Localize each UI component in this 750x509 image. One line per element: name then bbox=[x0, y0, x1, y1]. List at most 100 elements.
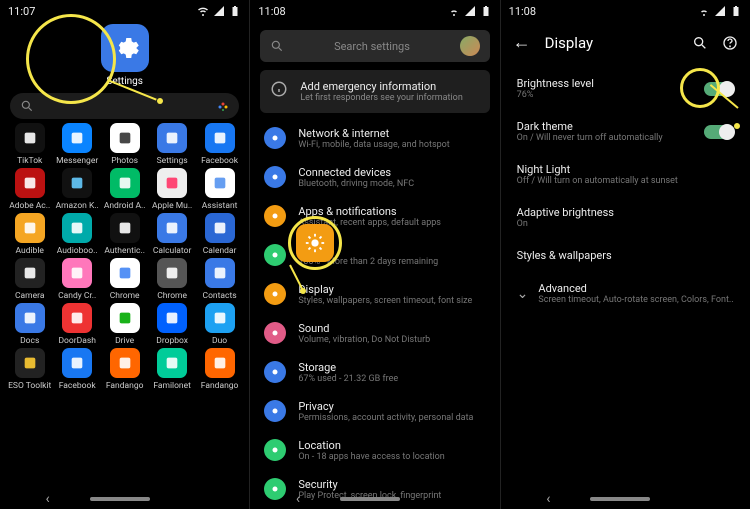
display-item-title: Dark theme bbox=[517, 120, 704, 133]
app-icon bbox=[110, 168, 140, 198]
app-familonet[interactable]: Familonet bbox=[148, 348, 195, 391]
brightness-icon bbox=[304, 232, 326, 254]
app-messenger[interactable]: Messenger bbox=[53, 123, 100, 166]
wifi-icon bbox=[197, 5, 209, 17]
emergency-card[interactable]: Add emergency information Let first resp… bbox=[260, 70, 489, 113]
app-docs[interactable]: Docs bbox=[6, 303, 53, 346]
battery-icon bbox=[480, 5, 492, 17]
display-item-night-light[interactable]: Night LightOff / Will turn on automatica… bbox=[501, 153, 750, 196]
app-adobeac[interactable]: Adobe Ac.. bbox=[6, 168, 53, 211]
app-icon bbox=[62, 303, 92, 333]
nav-home-pill[interactable] bbox=[590, 497, 650, 501]
settings-item-title: Connected devices bbox=[298, 166, 414, 179]
app-icon bbox=[110, 258, 140, 288]
settings-item-apps---notifications[interactable]: Apps & notificationsAssistant, recent ap… bbox=[250, 197, 499, 236]
page-title: Display bbox=[545, 34, 678, 52]
settings-hero-label: Settings bbox=[0, 76, 249, 87]
app-chrome[interactable]: Chrome bbox=[101, 258, 148, 301]
nav-bar: ‹ bbox=[250, 489, 499, 509]
nav-back-icon[interactable]: ‹ bbox=[296, 491, 300, 507]
app-label: Camera bbox=[15, 291, 44, 301]
app-label: Candy Cr.. bbox=[58, 291, 96, 301]
display-item-advanced[interactable]: ⌄AdvancedScreen timeout, Auto-rotate scr… bbox=[501, 272, 750, 315]
app-calculator[interactable]: Calculator bbox=[148, 213, 195, 256]
app-facebook[interactable]: Facebook bbox=[196, 123, 243, 166]
settings-item-sub: Bluetooth, driving mode, NFC bbox=[298, 179, 414, 189]
settings-item-location[interactable]: LocationOn - 18 apps have access to loca… bbox=[250, 431, 499, 470]
app-doordash[interactable]: DoorDash bbox=[53, 303, 100, 346]
settings-item-battery[interactable]: Battery100% - More than 2 days remaining bbox=[250, 236, 499, 275]
app-photos[interactable]: Photos bbox=[101, 123, 148, 166]
app-applemu[interactable]: Apple Mu.. bbox=[148, 168, 195, 211]
search-icon bbox=[270, 39, 284, 53]
back-arrow-icon[interactable]: ← bbox=[513, 32, 531, 53]
wifi-icon bbox=[448, 5, 460, 17]
app-settings[interactable]: Settings bbox=[148, 123, 195, 166]
search-pill[interactable] bbox=[10, 93, 239, 119]
display-item-dark-theme[interactable]: Dark themeOn / Will never turn off autom… bbox=[501, 110, 750, 153]
nav-bar: ‹ bbox=[0, 489, 249, 509]
nav-back-icon[interactable]: ‹ bbox=[546, 491, 550, 507]
app-label: Chrome bbox=[110, 291, 140, 301]
settings-hero-icon[interactable] bbox=[101, 24, 149, 72]
assistant-icon[interactable] bbox=[217, 100, 229, 112]
app-icon bbox=[15, 348, 45, 378]
app-icon bbox=[157, 258, 187, 288]
app-label: Amazon K.. bbox=[56, 201, 99, 211]
app-icon bbox=[157, 123, 187, 153]
toggle[interactable] bbox=[704, 82, 734, 96]
nav-back-icon[interactable]: ‹ bbox=[46, 491, 50, 507]
settings-item-icon bbox=[264, 166, 286, 188]
signal-icon bbox=[714, 5, 726, 17]
app-audible[interactable]: Audible bbox=[6, 213, 53, 256]
app-label: Facebook bbox=[201, 156, 238, 166]
app-amazonk[interactable]: Amazon K.. bbox=[53, 168, 100, 211]
settings-item-icon bbox=[264, 400, 286, 422]
settings-item-display[interactable]: DisplayStyles, wallpapers, screen timeou… bbox=[250, 275, 499, 314]
clock: 11:07 bbox=[8, 5, 35, 18]
app-camera[interactable]: Camera bbox=[6, 258, 53, 301]
app-androida[interactable]: Android A.. bbox=[101, 168, 148, 211]
app-icon bbox=[110, 123, 140, 153]
app-chrome[interactable]: Chrome bbox=[148, 258, 195, 301]
app-label: Assistant bbox=[202, 201, 238, 211]
nav-home-pill[interactable] bbox=[340, 497, 400, 501]
display-item-sub: Off / Will turn on automatically at suns… bbox=[517, 176, 734, 186]
app-duo[interactable]: Duo bbox=[196, 303, 243, 346]
nav-home-pill[interactable] bbox=[90, 497, 150, 501]
settings-item-storage[interactable]: Storage67% used - 21.32 GB free bbox=[250, 353, 499, 392]
brightness-bubble[interactable] bbox=[296, 224, 334, 262]
display-item-brightness-level[interactable]: Brightness level76% bbox=[501, 67, 750, 110]
app-label: Audible bbox=[16, 246, 44, 256]
app-icon bbox=[205, 123, 235, 153]
app-label: Docs bbox=[20, 336, 39, 346]
toggle[interactable] bbox=[704, 125, 734, 139]
app-candycr[interactable]: Candy Cr.. bbox=[53, 258, 100, 301]
settings-item-connected-devices[interactable]: Connected devicesBluetooth, driving mode… bbox=[250, 158, 499, 197]
display-item-styles---wallpapers[interactable]: Styles & wallpapers bbox=[501, 239, 750, 272]
app-contacts[interactable]: Contacts bbox=[196, 258, 243, 301]
settings-item-sound[interactable]: SoundVolume, vibration, Do Not Disturb bbox=[250, 314, 499, 353]
app-dropbox[interactable]: Dropbox bbox=[148, 303, 195, 346]
display-item-adaptive-brightness[interactable]: Adaptive brightnessOn bbox=[501, 196, 750, 239]
app-label: Messenger bbox=[56, 156, 98, 166]
app-fandango[interactable]: Fandango bbox=[101, 348, 148, 391]
settings-item-network---internet[interactable]: Network & internetWi-Fi, mobile, data us… bbox=[250, 119, 499, 158]
search-icon[interactable] bbox=[692, 35, 708, 51]
app-tiktok[interactable]: TikTok bbox=[6, 123, 53, 166]
app-label: Contacts bbox=[203, 291, 237, 301]
app-authentic[interactable]: Authentic.. bbox=[101, 213, 148, 256]
app-assistant[interactable]: Assistant bbox=[196, 168, 243, 211]
app-facebook[interactable]: Facebook bbox=[53, 348, 100, 391]
app-drive[interactable]: Drive bbox=[101, 303, 148, 346]
app-calendar[interactable]: Calendar bbox=[196, 213, 243, 256]
display-item-sub: On bbox=[517, 219, 734, 229]
search-settings[interactable]: Search settings bbox=[260, 30, 489, 62]
settings-item-privacy[interactable]: PrivacyPermissions, account activity, pe… bbox=[250, 392, 499, 431]
avatar[interactable] bbox=[460, 36, 480, 56]
app-esotoolkit[interactable]: ESO Toolkit bbox=[6, 348, 53, 391]
app-fandango[interactable]: Fandango bbox=[196, 348, 243, 391]
app-audioboo[interactable]: Audioboo.. bbox=[53, 213, 100, 256]
help-icon[interactable] bbox=[722, 35, 738, 51]
settings-item-title: Apps & notifications bbox=[298, 205, 441, 218]
